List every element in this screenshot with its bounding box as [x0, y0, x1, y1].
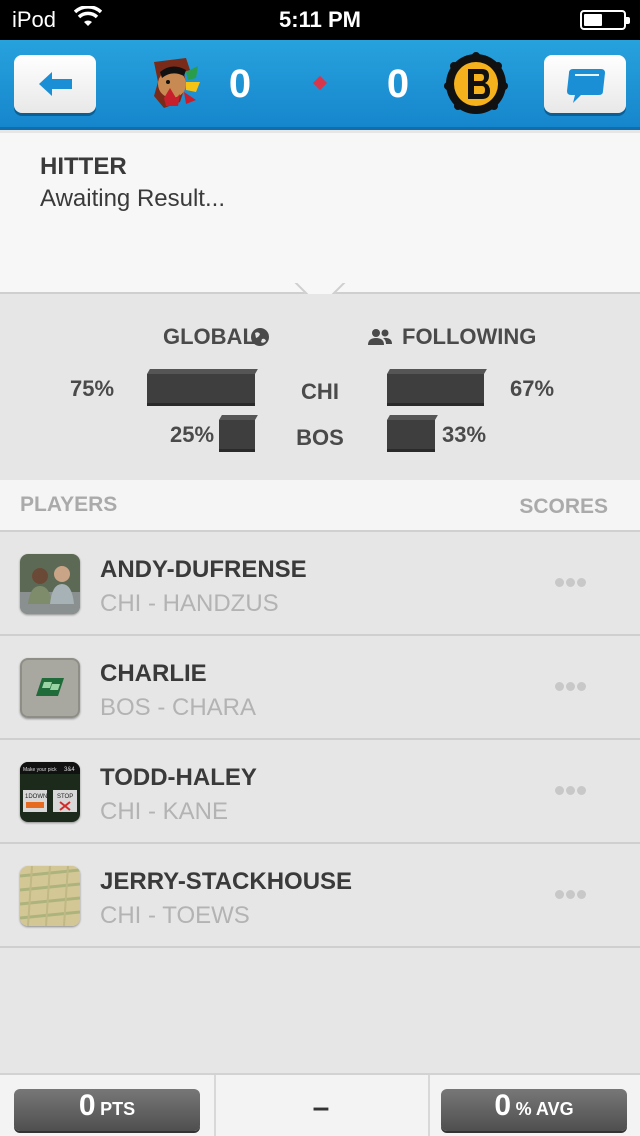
chi-team-label: CHI — [301, 379, 339, 404]
average-badge: 0 % AVG — [441, 1089, 627, 1131]
status-bar: iPod 5:11 PM — [0, 0, 640, 40]
bos-global-bar — [219, 420, 255, 452]
battery-icon — [580, 10, 630, 30]
avatar-btn-right: STOP — [57, 794, 73, 800]
bos-following-bar — [387, 420, 435, 452]
bos-team-label: BOS — [296, 425, 344, 450]
scores-column-header: SCORES — [519, 495, 608, 518]
hitter-status: Awaiting Result... — [40, 185, 225, 212]
avatar — [20, 554, 80, 614]
back-button[interactable] — [14, 55, 96, 113]
points-unit: PTS — [100, 1099, 136, 1119]
divider — [428, 1075, 430, 1136]
game-header: 0 0 — [0, 40, 640, 130]
back-arrow-icon — [39, 72, 72, 96]
more-dots-icon — [555, 682, 588, 694]
avatar-btn-left: 1DOWN — [25, 794, 47, 800]
home-score: 0 — [228, 62, 252, 106]
clock: 5:11 PM — [279, 7, 361, 32]
player-name: TODD-HALEY — [100, 764, 257, 791]
players-list-header: PLAYERS SCORES — [0, 480, 640, 532]
bruins-logo-icon — [444, 52, 508, 116]
chi-following-pct: 67% — [510, 376, 555, 401]
pick-stats-panel: GLOBAL FOLLOWING 75% CHI 67% 25% BOS 33% — [0, 294, 640, 480]
avatar — [20, 658, 80, 718]
more-dots-icon — [555, 890, 588, 902]
player-name: ANDY-DUFRENSE — [100, 556, 307, 583]
more-dots-icon — [555, 786, 588, 798]
chi-global-pct: 75% — [70, 376, 115, 401]
avatar — [20, 866, 80, 926]
avatar: Make your pick 3&4 1DOWN STOP — [20, 762, 80, 822]
player-row[interactable]: JERRY-STACKHOUSE CHI - TOEWS — [0, 844, 640, 948]
global-header: GLOBAL — [163, 324, 256, 349]
player-row[interactable]: CHARLIE BOS - CHARA — [0, 636, 640, 740]
average-value: 0 — [494, 1089, 512, 1122]
chi-following-bar — [387, 374, 484, 406]
points-badge: 0 PTS — [14, 1089, 200, 1131]
score-separator — [312, 75, 328, 91]
chi-global-bar — [147, 374, 255, 406]
away-score: 0 — [386, 62, 410, 106]
globe-icon — [250, 327, 270, 352]
players-column-header: PLAYERS — [20, 493, 118, 516]
player-row[interactable]: ANDY-DUFRENSE CHI - HANDZUS — [0, 532, 640, 636]
player-pick: BOS - CHARA — [100, 694, 257, 721]
player-name: JERRY-STACKHOUSE — [100, 868, 353, 895]
following-header: FOLLOWING — [402, 324, 537, 349]
average-unit: % AVG — [515, 1099, 574, 1119]
hitter-panel: HITTER Awaiting Result... — [0, 133, 640, 293]
people-icon — [367, 328, 393, 351]
chat-bubble-icon — [567, 69, 605, 103]
points-value: 0 — [78, 1089, 96, 1122]
player-pick: CHI - KANE — [100, 798, 229, 825]
bos-global-pct: 25% — [170, 422, 215, 447]
player-pick: CHI - HANDZUS — [100, 590, 279, 617]
player-name: CHARLIE — [100, 660, 207, 687]
hitter-title: HITTER — [40, 153, 127, 180]
avatar-caption: Make your pick — [23, 767, 57, 773]
player-pick: CHI - TOEWS — [100, 902, 250, 929]
footer-middle: – — [312, 1091, 330, 1124]
avatar-caption-right: 3&4 — [64, 767, 75, 773]
more-dots-icon — [555, 578, 588, 590]
player-row[interactable]: Make your pick 3&4 1DOWN STOP TODD-HALEY… — [0, 740, 640, 844]
blackhawks-logo-icon — [140, 52, 204, 116]
score-footer: 0 PTS – 0 % AVG — [0, 1073, 640, 1136]
bos-following-pct: 33% — [442, 422, 487, 447]
chat-button[interactable] — [544, 55, 626, 113]
